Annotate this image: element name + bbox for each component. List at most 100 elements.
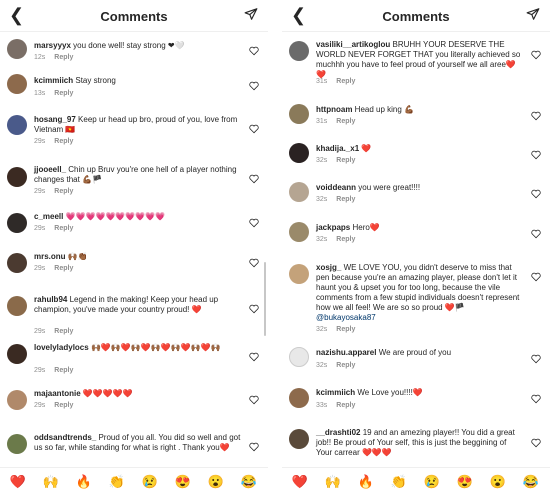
comment-username[interactable]: vasiliki__artikoglou (316, 40, 390, 49)
avatar[interactable] (7, 434, 27, 454)
like-heart-icon[interactable] (531, 229, 541, 239)
emoji-button[interactable]: 😍 (456, 474, 474, 490)
comment-username[interactable]: kcimmiich (34, 76, 73, 85)
comment-text: majaantonie ❤️❤️❤️❤️❤️ (34, 389, 242, 399)
emoji-button[interactable]: 😮 (207, 474, 225, 490)
like-heart-icon[interactable] (249, 218, 259, 228)
like-heart-icon[interactable] (249, 442, 259, 452)
emoji-button[interactable]: 😍 (174, 474, 192, 490)
reply-button[interactable]: Reply (54, 402, 73, 409)
comment-time: 29s (34, 225, 46, 232)
emoji-button[interactable]: 😢 (423, 474, 441, 490)
send-icon[interactable] (244, 7, 258, 26)
like-heart-icon[interactable] (531, 354, 541, 364)
like-heart-icon[interactable] (249, 258, 259, 268)
like-heart-icon[interactable] (249, 174, 259, 184)
comment-username[interactable]: nazishu.apparel (316, 348, 376, 357)
reply-button[interactable]: Reply (54, 138, 73, 145)
like-heart-icon[interactable] (249, 304, 259, 314)
like-heart-icon[interactable] (249, 352, 259, 362)
emoji-button[interactable]: 🙌 (42, 474, 60, 490)
emoji-button[interactable]: 🙌 (324, 474, 342, 490)
avatar[interactable] (7, 253, 27, 273)
like-heart-icon[interactable] (531, 111, 541, 121)
mention-link[interactable]: @bukayosaka87 (316, 313, 376, 322)
avatar[interactable] (289, 264, 309, 284)
emoji-button[interactable]: 😂 (522, 474, 540, 490)
reply-button[interactable]: Reply (54, 188, 73, 195)
reply-button[interactable]: Reply (336, 157, 355, 164)
avatar[interactable] (7, 390, 27, 410)
send-icon[interactable] (526, 7, 540, 26)
comment-username[interactable]: jackpaps (316, 223, 350, 232)
avatar[interactable] (289, 429, 309, 449)
reply-button[interactable]: Reply (336, 326, 355, 333)
like-heart-icon[interactable] (531, 50, 541, 60)
like-heart-icon[interactable] (531, 438, 541, 448)
comment-username[interactable]: rahulb94 (34, 295, 67, 304)
avatar[interactable] (7, 344, 27, 364)
reply-button[interactable]: Reply (54, 265, 73, 272)
reply-button[interactable]: Reply (54, 90, 73, 97)
comment-username[interactable]: majaantonie (34, 389, 81, 398)
comment-text: jjooeell_ Chin up Bruv you're one hell o… (34, 165, 242, 185)
avatar[interactable] (7, 74, 27, 94)
comment-username[interactable]: kcimmiich (316, 388, 355, 397)
comment-username[interactable]: marsyyyx (34, 41, 71, 50)
comment-username[interactable]: mrs.onu (34, 252, 66, 261)
avatar[interactable] (7, 296, 27, 316)
comment-username[interactable]: khadija._x1 (316, 144, 359, 153)
avatar[interactable] (289, 182, 309, 202)
avatar[interactable] (289, 222, 309, 242)
reply-button[interactable]: Reply (336, 362, 355, 369)
comment-username[interactable]: lovelyladylocs (34, 343, 89, 352)
comments-header: ❮ Comments (282, 0, 550, 32)
reply-button[interactable]: Reply (336, 196, 355, 203)
comment-username[interactable]: __drashti02 (316, 428, 360, 437)
emoji-button[interactable]: 😮 (489, 474, 507, 490)
comment-username[interactable]: jjooeell_ (34, 165, 66, 174)
reply-button[interactable]: Reply (336, 236, 355, 243)
avatar[interactable] (289, 143, 309, 163)
comment-username[interactable]: httpnoam (316, 105, 352, 114)
comment-username[interactable]: xosjg_ (316, 263, 341, 272)
comment-username[interactable]: c_meell (34, 212, 63, 221)
like-heart-icon[interactable] (531, 394, 541, 404)
comment-username[interactable]: voiddeann (316, 183, 356, 192)
reply-button[interactable]: Reply (54, 225, 73, 232)
avatar[interactable] (289, 388, 309, 408)
emoji-button[interactable]: 👏 (390, 474, 408, 490)
reply-button[interactable]: Reply (54, 367, 73, 374)
reply-button[interactable]: Reply (54, 328, 73, 335)
comment-username[interactable]: hosang_97 (34, 115, 76, 124)
emoji-button[interactable]: 🔥 (357, 474, 375, 490)
emoji-button[interactable]: 😂 (240, 474, 258, 490)
avatar[interactable] (7, 167, 27, 187)
comment-text: __drashti02 19 and an amezing player!! Y… (316, 428, 524, 458)
like-heart-icon[interactable] (531, 150, 541, 160)
comment-username[interactable]: oddsandtrends_ (34, 433, 96, 442)
emoji-button[interactable]: 😢 (141, 474, 159, 490)
scrollbar[interactable] (264, 262, 266, 336)
reply-button[interactable]: Reply (336, 402, 355, 409)
avatar[interactable] (289, 347, 309, 367)
like-heart-icon[interactable] (249, 124, 259, 134)
reply-button[interactable]: Reply (336, 78, 355, 85)
avatar[interactable] (289, 104, 309, 124)
like-heart-icon[interactable] (531, 189, 541, 199)
avatar[interactable] (7, 115, 27, 135)
like-heart-icon[interactable] (531, 272, 541, 282)
like-heart-icon[interactable] (249, 395, 259, 405)
emoji-button[interactable]: ❤️ (291, 474, 309, 490)
like-heart-icon[interactable] (249, 46, 259, 56)
avatar[interactable] (7, 39, 27, 59)
emoji-button[interactable]: 🔥 (75, 474, 93, 490)
like-heart-icon[interactable] (249, 81, 259, 91)
reply-button[interactable]: Reply (54, 54, 73, 61)
comment-meta: 29s Reply (34, 367, 73, 374)
avatar[interactable] (289, 41, 309, 61)
reply-button[interactable]: Reply (336, 118, 355, 125)
emoji-button[interactable]: 👏 (108, 474, 126, 490)
emoji-button[interactable]: ❤️ (9, 474, 27, 490)
avatar[interactable] (7, 213, 27, 233)
